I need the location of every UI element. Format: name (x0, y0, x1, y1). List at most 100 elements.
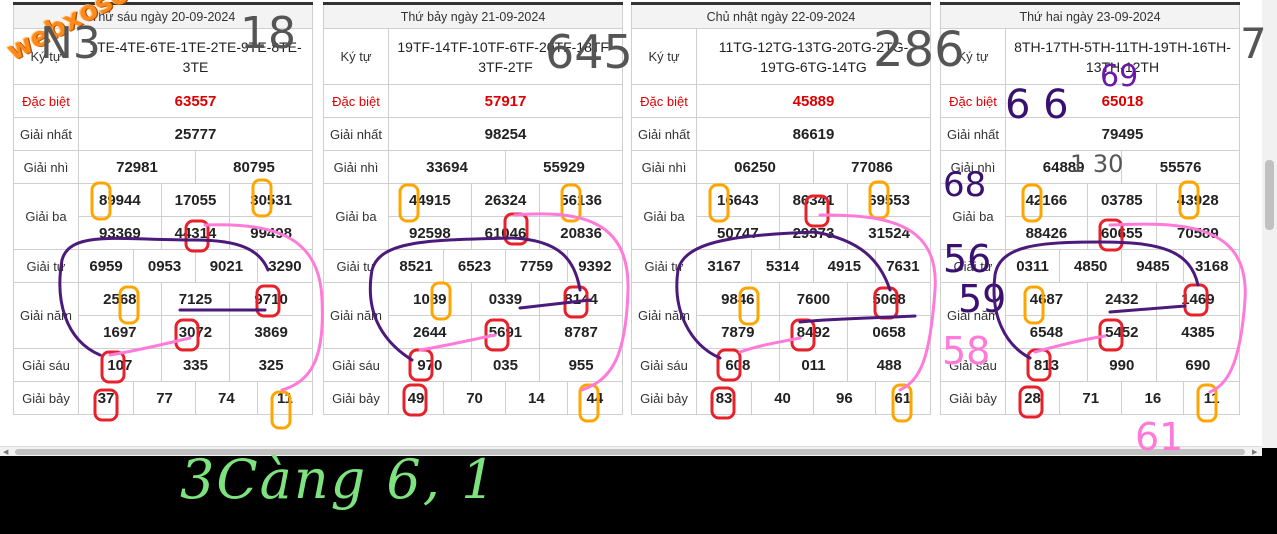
third-prize-number: 89944 (78, 183, 162, 217)
third-prize-number: 44314 (160, 216, 231, 250)
third-prize-number: 29373 (778, 216, 849, 250)
sixth-prize-number: 011 (778, 348, 849, 382)
fourth-prize-number: 7631 (874, 249, 932, 283)
sixth-prize-number: 990 (1086, 348, 1157, 382)
seventh-prize-number: 14 (504, 381, 568, 415)
fourth-prize-number: 4850 (1059, 249, 1123, 283)
second-prize-number: 06250 (696, 150, 814, 184)
label-ky_tu: Ký tự (940, 28, 1006, 85)
special-prize-number: 45889 (696, 84, 931, 118)
results-scroll-area[interactable]: Thứ sáu ngày 20-09-2024 Ký tự 1TE-4TE-6TE-… (0, 0, 1262, 448)
third-prize-number: 56136 (539, 183, 623, 217)
fifth-prize-number: 1469 (1155, 282, 1241, 316)
third-prize-number: 30531 (229, 183, 313, 217)
label-giai_ba: Giải ba (13, 183, 79, 250)
fourth-prize-number: 4915 (812, 249, 876, 283)
third-prize-number: 50747 (696, 216, 780, 250)
horizontal-scrollbar[interactable]: ◀ ▶ (0, 446, 1262, 456)
fifth-prize-number: 6548 (1005, 315, 1088, 349)
label-giai_nhat: Giải nhất (323, 117, 389, 151)
fourth-prize-number: 3168 (1183, 249, 1240, 283)
fourth-prize-number: 0311 (1004, 249, 1061, 283)
label-giai_ba: Giải ba (631, 183, 697, 250)
label-giai_nhi: Giải nhì (323, 150, 389, 184)
sixth-prize-number: 107 (78, 348, 162, 382)
label-giai_sau: Giải sáu (940, 348, 1006, 382)
third-prize-number: 60655 (1086, 216, 1157, 250)
ky-tu-codes: 1TE-4TE-6TE-1TE-2TE-9TE-8TE-3TE (78, 28, 313, 85)
special-prize-number: 65018 (1005, 84, 1240, 118)
label-giai_nam: Giải năm (631, 282, 697, 349)
label-giai_nam: Giải năm (13, 282, 79, 349)
seventh-prize-number: 11 (256, 381, 314, 415)
label-giai_nhat: Giải nhất (631, 117, 697, 151)
fourth-prize-number: 0953 (133, 249, 196, 283)
first-prize-number: 86619 (696, 117, 931, 151)
label-giai_nhi: Giải nhì (13, 150, 79, 184)
label-giai_nhi: Giải nhì (940, 150, 1006, 184)
label-dac_biet: Đặc biệt (13, 84, 79, 118)
result-table-day-4: Thứ hai ngày 23-09-2024 Ký tự 8TH-17TH-5TH… (940, 2, 1241, 415)
browser-page: Thứ sáu ngày 20-09-2024 Ký tự 1TE-4TE-6TE-… (0, 0, 1277, 456)
label-giai_tu: Giải tư (631, 249, 697, 283)
horizontal-scroll-thumb[interactable] (15, 449, 1245, 455)
label-ky_tu: Ký tự (13, 28, 79, 85)
scroll-right-icon[interactable]: ▶ (1252, 448, 1257, 456)
sixth-prize-number: 335 (160, 348, 231, 382)
fourth-prize-number: 3290 (256, 249, 314, 283)
fifth-prize-number: 4385 (1155, 315, 1241, 349)
scroll-left-icon[interactable]: ◀ (3, 448, 8, 456)
second-prize-number: 80795 (194, 150, 314, 184)
sixth-prize-number: 035 (470, 348, 541, 382)
ky-tu-codes: 19TF-14TF-10TF-6TF-20TF-18TF-3TF-2TF (388, 28, 623, 85)
third-prize-number: 17055 (160, 183, 231, 217)
fourth-prize-number: 6523 (443, 249, 506, 283)
second-prize-number: 64889 (1004, 150, 1123, 184)
fifth-prize-number: 0658 (847, 315, 931, 349)
fourth-prize-number: 9485 (1121, 249, 1185, 283)
first-prize-number: 25777 (78, 117, 313, 151)
label-giai_nhat: Giải nhất (940, 117, 1006, 151)
seventh-prize-number: 49 (387, 381, 445, 415)
label-giai_nam: Giải năm (940, 282, 1006, 349)
seventh-prize-number: 70 (443, 381, 506, 415)
label-giai_tu: Giải tư (940, 249, 1006, 283)
third-prize-number: 92598 (388, 216, 472, 250)
vertical-scrollbar[interactable] (1262, 0, 1277, 448)
second-prize-number: 33694 (388, 150, 506, 184)
fifth-prize-number: 5452 (1086, 315, 1157, 349)
label-ky_tu: Ký tự (323, 28, 389, 85)
label-giai_tu: Giải tư (323, 249, 389, 283)
third-prize-number: 20836 (539, 216, 623, 250)
fourth-prize-number: 5314 (751, 249, 814, 283)
label-giai_nhat: Giải nhất (13, 117, 79, 151)
sixth-prize-number: 488 (847, 348, 931, 382)
seventh-prize-number: 16 (1121, 381, 1185, 415)
sixth-prize-number: 955 (539, 348, 623, 382)
day-date-header: Chủ nhật ngày 22-09-2024 (631, 2, 931, 29)
seventh-prize-number: 96 (812, 381, 876, 415)
fifth-prize-number: 1697 (78, 315, 162, 349)
seventh-prize-number: 74 (194, 381, 258, 415)
result-table-day-1: Thứ sáu ngày 20-09-2024 Ký tự 1TE-4TE-6TE-… (13, 2, 314, 415)
label-giai_sau: Giải sáu (323, 348, 389, 382)
second-prize-number: 55929 (504, 150, 624, 184)
vertical-scroll-thumb[interactable] (1265, 160, 1274, 230)
sixth-prize-number: 813 (1005, 348, 1088, 382)
sixth-prize-number: 325 (229, 348, 313, 382)
fifth-prize-number: 0339 (470, 282, 541, 316)
fifth-prize-number: 8492 (778, 315, 849, 349)
fourth-prize-number: 9392 (566, 249, 624, 283)
day-date-header: Thứ sáu ngày 20-09-2024 (13, 2, 313, 29)
third-prize-number: 03785 (1086, 183, 1157, 217)
sixth-prize-number: 690 (1155, 348, 1241, 382)
first-prize-number: 79495 (1005, 117, 1240, 151)
fifth-prize-number: 2568 (78, 282, 162, 316)
fifth-prize-number: 8787 (539, 315, 623, 349)
label-giai_bay: Giải bảy (940, 381, 1006, 415)
seventh-prize-number: 71 (1059, 381, 1123, 415)
result-table-day-2: Thứ bảy ngày 21-09-2024 Ký tự 19TF-14TF-10… (323, 2, 624, 415)
special-prize-number: 63557 (78, 84, 313, 118)
ky-tu-codes: 8TH-17TH-5TH-11TH-19TH-16TH-13TH-12TH (1005, 28, 1240, 85)
label-giai_sau: Giải sáu (631, 348, 697, 382)
